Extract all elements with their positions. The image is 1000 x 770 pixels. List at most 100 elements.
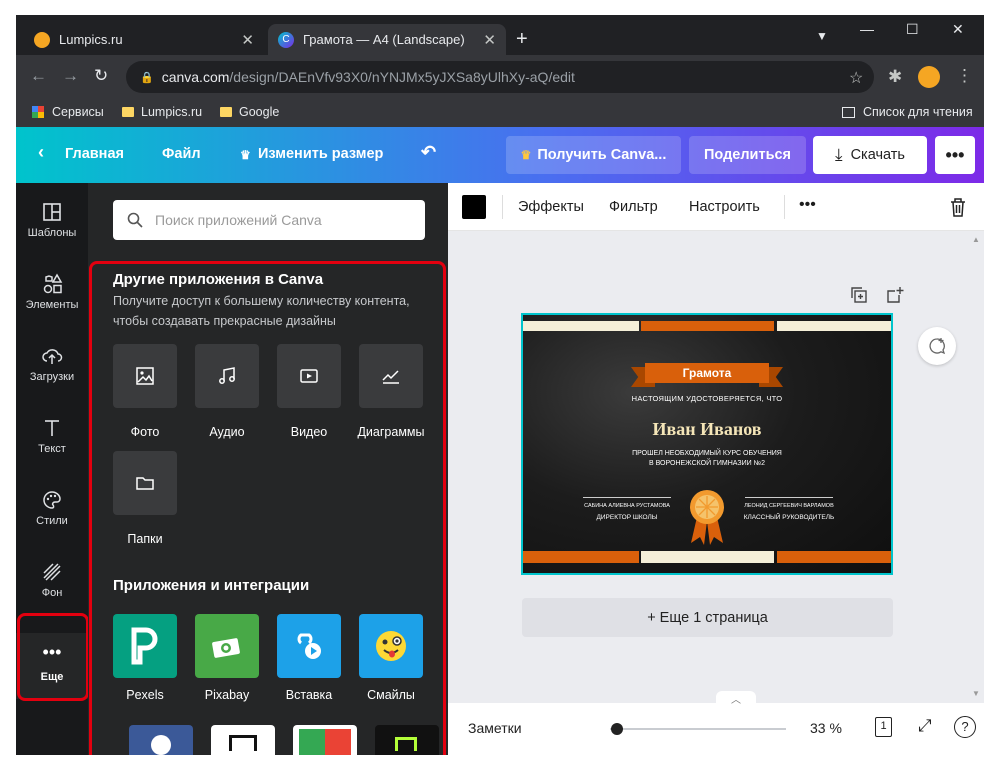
rail-label: Шаблоны (27, 227, 77, 239)
extensions-icon[interactable]: ✱ (888, 67, 902, 87)
vertical-scrollbar[interactable]: ▲ ▼ (969, 231, 984, 703)
zoom-slider[interactable] (610, 723, 786, 735)
cert-line1: НАСТОЯЩИМ УДОСТОВЕРЯЕТСЯ, ЧТО (631, 394, 783, 403)
editor-toolbar: Эффекты Фильтр Настроить ••• (448, 183, 984, 231)
certificate-design[interactable]: Грамота НАСТОЯЩИМ УДОСТОВЕРЯЕТСЯ, ЧТО Ив… (521, 313, 893, 575)
bottom-bar: ︿ Заметки 33 % 1 ⤢ ? (448, 691, 984, 755)
download-label: Скачать (850, 147, 905, 163)
bookmark-lumpics[interactable]: Lumpics.ru (122, 105, 202, 119)
tab-search-icon[interactable]: ▼ (816, 29, 828, 43)
folder-icon (122, 107, 134, 117)
highlight-apps (89, 261, 446, 755)
apps-search-input[interactable]: Поиск приложений Canva (113, 200, 425, 240)
home-link[interactable]: Главная (65, 146, 124, 162)
add-comment-button[interactable] (918, 327, 956, 365)
resize-button[interactable]: Изменить размер (258, 146, 383, 162)
url-path: /design/DAEnVfv93X0/nYNJMx5yJXSa8yUlhXy-… (229, 69, 575, 85)
more-options-icon[interactable]: ••• (799, 196, 816, 214)
bookmark-label: Google (239, 105, 280, 119)
rail-uploads[interactable]: Загрузки (16, 345, 88, 383)
rail-label: Элементы (25, 299, 79, 311)
signature2-role: КЛАССНЫЙ РУКОВОДИТЕЛЬ (743, 514, 835, 521)
effects-button[interactable]: Эффекты (518, 199, 584, 215)
scroll-up-icon[interactable]: ▲ (972, 235, 980, 244)
back-icon[interactable]: ← (30, 66, 47, 86)
reading-list-icon (842, 106, 855, 118)
undo-icon[interactable]: ↶ (421, 142, 436, 163)
cert-name: Иван Иванов (652, 419, 762, 439)
lumpics-favicon-icon (34, 31, 50, 48)
background-pattern-icon (43, 563, 61, 581)
address-bar[interactable]: 🔒 canva.com /design/DAEnVfv93X0/nYNJMx5y… (126, 61, 874, 93)
award-medal-icon (690, 490, 724, 545)
share-label: Поделиться (703, 147, 792, 163)
close-tab-icon[interactable]: ✕ (241, 31, 254, 49)
rail-background[interactable]: Фон (16, 561, 88, 599)
chevron-left-icon[interactable]: ‹ (38, 142, 44, 163)
rail-styles[interactable]: Стили (16, 489, 88, 527)
elements-icon (43, 273, 63, 294)
tab-title: Lumpics.ru (59, 32, 123, 47)
signature2-name: ЛЕОНИД СЕРГЕЕВИЧ ВАРЛАМОВ (744, 503, 834, 509)
reading-list[interactable]: Список для чтения (842, 105, 973, 119)
highlight-more (17, 613, 89, 701)
canva-favicon-icon: C (278, 31, 294, 48)
tab-bar: Lumpics.ru ✕ C Грамота — A4 (Landscape) … (16, 15, 984, 55)
bookmark-google[interactable]: Google (220, 105, 279, 119)
forward-icon[interactable]: → (62, 66, 79, 86)
menu-icon[interactable]: ⋮ (956, 66, 973, 86)
help-button[interactable]: ? (954, 716, 976, 738)
fullscreen-icon[interactable]: ⤢ (918, 716, 932, 736)
get-pro-button[interactable]: ♛ Получить Canva... (506, 136, 681, 174)
new-tab-icon[interactable]: + (516, 28, 528, 51)
add-page-icon[interactable] (886, 286, 904, 304)
filter-button[interactable]: Фильтр (609, 199, 658, 215)
rail-text[interactable]: Текст (16, 417, 88, 455)
reload-icon[interactable]: ↻ (94, 66, 108, 86)
rail-label: Фон (41, 587, 63, 599)
zoom-slider-knob[interactable] (611, 723, 624, 735)
trash-icon[interactable] (948, 196, 968, 218)
url-domain: canva.com (161, 69, 230, 85)
notes-button[interactable]: Заметки (468, 720, 522, 736)
cert-line3: В ВОРОНЕЖСКОЙ ГИМНАЗИИ №2 (649, 460, 765, 467)
search-icon (127, 212, 143, 228)
cert-line2: ПРОШЕЛ НЕОБХОДИМЫЙ КУРС ОБУЧЕНИЯ (632, 450, 782, 457)
download-icon: ⤓ (835, 145, 843, 164)
tab-lumpics[interactable]: Lumpics.ru ✕ (24, 24, 264, 55)
tab-canva[interactable]: C Грамота — A4 (Landscape) ✕ (268, 24, 506, 55)
scroll-down-icon[interactable]: ▼ (972, 689, 980, 698)
ribbon-title: Грамота (645, 363, 769, 383)
adjust-button[interactable]: Настроить (689, 199, 760, 215)
palette-icon (43, 491, 61, 509)
profile-avatar[interactable] (918, 66, 940, 88)
minimize-icon[interactable]: — (860, 21, 874, 37)
download-button[interactable]: ⤓ Скачать (813, 136, 927, 174)
more-options-button[interactable]: ••• (935, 136, 975, 174)
apps-grid-icon (32, 106, 44, 118)
bookmark-star-icon[interactable]: ☆ (849, 68, 863, 88)
templates-icon (43, 203, 61, 221)
share-button[interactable]: Поделиться (689, 136, 806, 174)
bookmark-services[interactable]: Сервисы (32, 105, 104, 119)
bookmark-label: Сервисы (52, 105, 104, 119)
lock-icon: 🔒 (140, 71, 154, 84)
close-window-icon[interactable]: ✕ (952, 21, 964, 38)
zoom-level[interactable]: 33 % (810, 720, 842, 736)
rail-elements[interactable]: Элементы (16, 273, 88, 311)
tab-title: Грамота — A4 (Landscape) (303, 32, 465, 47)
add-page-button[interactable]: + Еще 1 страница (522, 598, 893, 637)
close-tab-icon[interactable]: ✕ (483, 31, 496, 49)
reading-list-label: Список для чтения (863, 105, 973, 119)
expand-notes-icon[interactable]: ︿ (716, 691, 756, 706)
text-icon (45, 420, 59, 436)
maximize-icon[interactable]: ☐ (906, 21, 919, 38)
rail-templates[interactable]: Шаблоны (16, 201, 88, 239)
get-pro-label: Получить Canva... (537, 147, 667, 163)
signature1-name: САБИНА АЛИЕВНА РУСТАМОВА (584, 503, 670, 509)
file-menu[interactable]: Файл (162, 146, 201, 162)
duplicate-page-icon[interactable] (850, 286, 868, 304)
color-swatch[interactable] (462, 195, 486, 219)
crown-icon: ♛ (240, 148, 251, 162)
page-count[interactable]: 1 (875, 717, 892, 737)
